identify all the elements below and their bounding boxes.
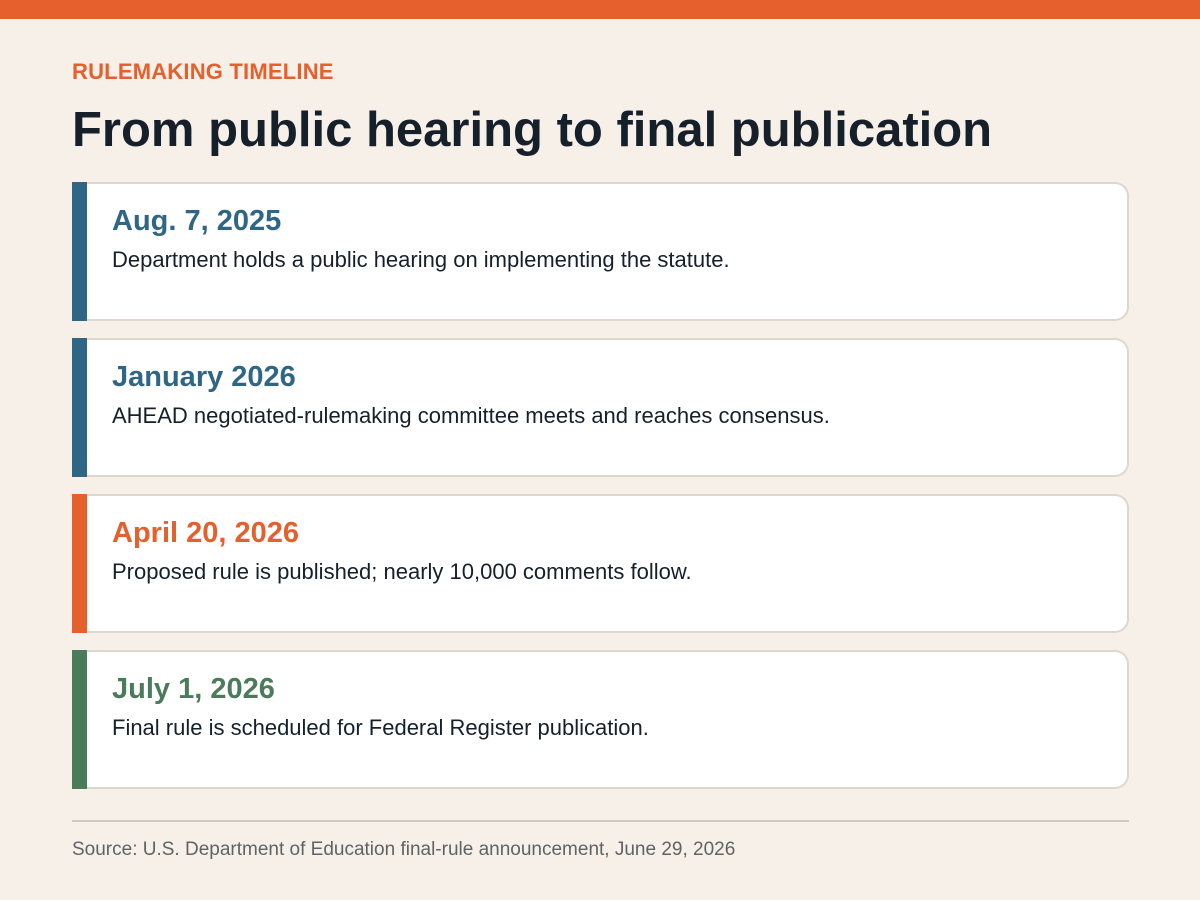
top-accent-bar: [0, 0, 1200, 19]
page-title: From public hearing to final publication: [72, 103, 993, 157]
timeline-event: April 20, 2026 Proposed rule is publishe…: [72, 494, 1129, 633]
event-description: Department holds a public hearing on imp…: [112, 247, 730, 272]
section-label: RULEMAKING TIMELINE: [72, 59, 334, 84]
event-description: Proposed rule is published; nearly 10,00…: [112, 559, 692, 584]
event-description: AHEAD negotiated-rulemaking committee me…: [112, 403, 830, 428]
source-note: Source: U.S. Department of Education fin…: [72, 839, 736, 860]
timeline-event: January 2026 AHEAD negotiated-rulemaking…: [72, 338, 1129, 477]
footer-divider: [72, 820, 1129, 822]
timeline-event: Aug. 7, 2025 Department holds a public h…: [72, 182, 1129, 321]
event-description: Final rule is scheduled for Federal Regi…: [112, 715, 649, 740]
event-date: July 1, 2026: [112, 673, 275, 705]
event-date: Aug. 7, 2025: [112, 205, 282, 237]
event-accent-bar: [72, 182, 87, 321]
event-date: January 2026: [112, 361, 296, 393]
timeline-event: July 1, 2026 Final rule is scheduled for…: [72, 650, 1129, 789]
event-date: April 20, 2026: [112, 517, 299, 549]
event-accent-bar: [72, 494, 87, 633]
event-accent-bar: [72, 338, 87, 477]
event-accent-bar: [72, 650, 87, 789]
timeline: Aug. 7, 2025 Department holds a public h…: [72, 182, 1129, 806]
